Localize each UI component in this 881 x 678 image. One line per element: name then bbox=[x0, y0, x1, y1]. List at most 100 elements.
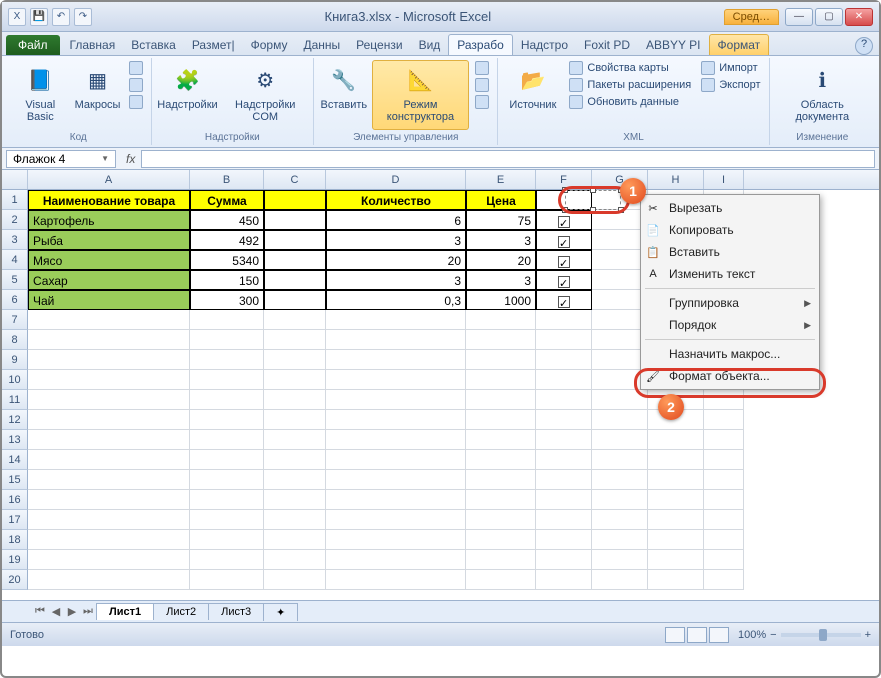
cell[interactable] bbox=[536, 310, 592, 330]
row-header[interactable]: 8 bbox=[2, 330, 28, 350]
tab-nav-next[interactable]: ▶ bbox=[64, 605, 80, 618]
col-header[interactable]: C bbox=[264, 170, 326, 189]
cell[interactable] bbox=[264, 490, 326, 510]
cell[interactable] bbox=[190, 490, 264, 510]
cell[interactable] bbox=[326, 450, 466, 470]
cell[interactable] bbox=[536, 570, 592, 590]
qty-cell[interactable]: 0,3 bbox=[326, 290, 466, 310]
redo-button[interactable]: ↷ bbox=[74, 8, 92, 26]
tab-review[interactable]: Рецензи bbox=[348, 35, 410, 55]
cell[interactable] bbox=[536, 430, 592, 450]
cell[interactable] bbox=[704, 570, 744, 590]
document-panel-button[interactable]: ℹОбласть документа bbox=[774, 60, 871, 130]
minimize-button[interactable]: — bbox=[785, 8, 813, 26]
cell[interactable] bbox=[648, 430, 704, 450]
cell[interactable] bbox=[536, 410, 592, 430]
table-header[interactable]: Количество bbox=[326, 190, 466, 210]
cell[interactable] bbox=[28, 470, 190, 490]
zoom-out-button[interactable]: − bbox=[770, 629, 776, 641]
cell[interactable] bbox=[264, 210, 326, 230]
cell[interactable] bbox=[466, 330, 536, 350]
addins-com-button[interactable]: ⚙Надстройки COM bbox=[221, 60, 309, 130]
insert-control-button[interactable]: 🔧Вставить bbox=[318, 60, 370, 130]
save-button[interactable]: 💾 bbox=[30, 8, 48, 26]
undo-button[interactable]: ↶ bbox=[52, 8, 70, 26]
tab-nav-last[interactable]: ⏭ bbox=[80, 605, 96, 618]
cell[interactable] bbox=[648, 470, 704, 490]
row-header[interactable]: 18 bbox=[2, 530, 28, 550]
zoom-in-button[interactable]: + bbox=[865, 629, 871, 641]
cell[interactable] bbox=[190, 410, 264, 430]
table-header[interactable] bbox=[264, 190, 326, 210]
cell[interactable] bbox=[28, 310, 190, 330]
table-header[interactable]: Цена bbox=[466, 190, 536, 210]
cell[interactable] bbox=[592, 470, 648, 490]
qty-cell[interactable]: 6 bbox=[326, 210, 466, 230]
cell[interactable] bbox=[536, 450, 592, 470]
cell[interactable] bbox=[536, 330, 592, 350]
col-header[interactable]: I bbox=[704, 170, 744, 189]
cell[interactable] bbox=[326, 310, 466, 330]
map-properties-button[interactable]: Свойства карты bbox=[565, 60, 695, 76]
maximize-button[interactable]: ▢ bbox=[815, 8, 843, 26]
cell[interactable] bbox=[704, 470, 744, 490]
tab-developer[interactable]: Разрабо bbox=[448, 34, 513, 55]
cell[interactable] bbox=[264, 550, 326, 570]
worksheet[interactable]: A B C D E F G H I 1Наименование товараСу… bbox=[2, 170, 879, 600]
cell[interactable] bbox=[536, 390, 592, 410]
item-name-cell[interactable]: Мясо bbox=[28, 250, 190, 270]
cell[interactable] bbox=[466, 510, 536, 530]
cell[interactable] bbox=[592, 450, 648, 470]
cell[interactable] bbox=[264, 450, 326, 470]
cell[interactable] bbox=[28, 410, 190, 430]
price-cell[interactable]: 3 bbox=[466, 270, 536, 290]
ctx-edit-text[interactable]: AИзменить текст bbox=[641, 263, 819, 285]
cell[interactable] bbox=[264, 310, 326, 330]
item-name-cell[interactable]: Сахар bbox=[28, 270, 190, 290]
row-header[interactable]: 13 bbox=[2, 430, 28, 450]
row-header[interactable]: 1 bbox=[2, 190, 28, 210]
cell[interactable] bbox=[28, 450, 190, 470]
cell[interactable] bbox=[648, 530, 704, 550]
cell[interactable] bbox=[592, 410, 648, 430]
cell[interactable] bbox=[190, 350, 264, 370]
cell[interactable] bbox=[704, 410, 744, 430]
cell[interactable] bbox=[28, 570, 190, 590]
expansion-packs-button[interactable]: Пакеты расширения bbox=[565, 77, 695, 93]
import-button[interactable]: Импорт bbox=[697, 60, 764, 76]
cell[interactable] bbox=[536, 470, 592, 490]
cell[interactable] bbox=[326, 550, 466, 570]
col-header[interactable]: E bbox=[466, 170, 536, 189]
refresh-data-button[interactable]: Обновить данные bbox=[565, 94, 695, 110]
row-header[interactable]: 12 bbox=[2, 410, 28, 430]
cell[interactable] bbox=[28, 350, 190, 370]
cell[interactable] bbox=[28, 550, 190, 570]
cell[interactable] bbox=[190, 530, 264, 550]
cell[interactable] bbox=[264, 430, 326, 450]
cell[interactable] bbox=[264, 230, 326, 250]
cell[interactable] bbox=[326, 350, 466, 370]
price-cell[interactable]: 3 bbox=[466, 230, 536, 250]
cell[interactable] bbox=[264, 270, 326, 290]
cell[interactable] bbox=[264, 250, 326, 270]
cell[interactable] bbox=[28, 510, 190, 530]
row-header[interactable]: 10 bbox=[2, 370, 28, 390]
item-name-cell[interactable]: Картофель bbox=[28, 210, 190, 230]
cell[interactable] bbox=[190, 430, 264, 450]
properties-button[interactable] bbox=[471, 60, 493, 76]
tab-view[interactable]: Вид bbox=[411, 35, 449, 55]
sheet-tab-2[interactable]: Лист2 bbox=[153, 603, 209, 620]
checkbox-control[interactable] bbox=[558, 276, 570, 288]
cell[interactable] bbox=[326, 390, 466, 410]
cell[interactable] bbox=[28, 530, 190, 550]
cell[interactable] bbox=[536, 490, 592, 510]
checkbox-cell[interactable] bbox=[536, 230, 592, 250]
qty-cell[interactable]: 3 bbox=[326, 230, 466, 250]
cell[interactable] bbox=[326, 330, 466, 350]
checkbox-cell[interactable] bbox=[536, 250, 592, 270]
view-layout-button[interactable] bbox=[687, 627, 707, 643]
sum-cell[interactable]: 492 bbox=[190, 230, 264, 250]
cell[interactable] bbox=[466, 530, 536, 550]
cell[interactable] bbox=[648, 510, 704, 530]
close-button[interactable]: ✕ bbox=[845, 8, 873, 26]
